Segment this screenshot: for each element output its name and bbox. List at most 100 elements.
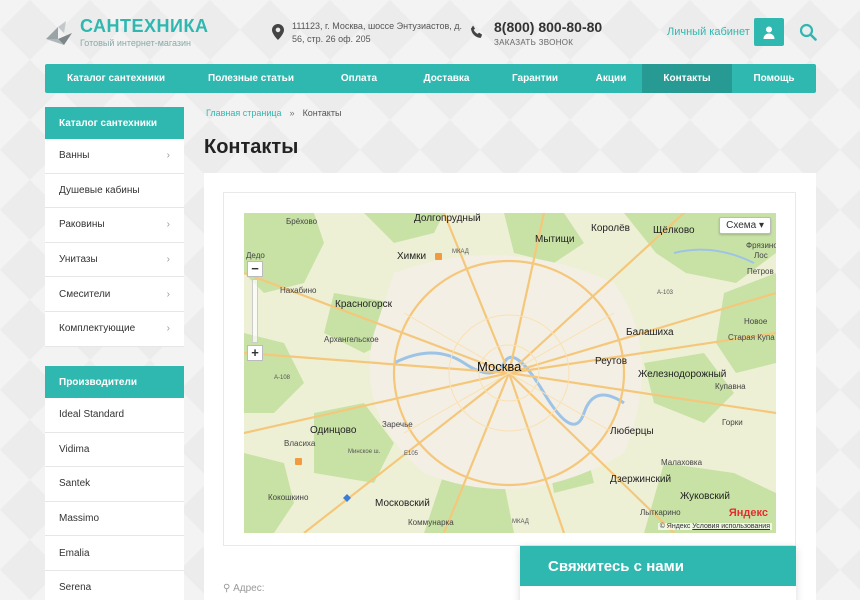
- nav-item-articles[interactable]: Полезные статьи: [187, 64, 315, 93]
- map-label-dolgoprudny: Долгопрудный: [414, 213, 481, 224]
- nav-item-promotions[interactable]: Акции: [580, 64, 642, 93]
- chevron-right-icon: ›: [166, 254, 170, 266]
- map-frame: Схема ▾ − + Москва Долгопрудный Мытищи К…: [223, 192, 796, 546]
- sidebar-brands-title: Производители: [45, 366, 184, 398]
- location-pin-icon: [272, 24, 284, 40]
- map-label-zarechye: Заречье: [382, 420, 413, 429]
- map-label-novoe: Новое: [744, 317, 768, 326]
- brand-item[interactable]: Serena: [45, 571, 184, 600]
- sidebar-item-sinks[interactable]: Раковины ›: [45, 208, 184, 243]
- map-label-zhukovsky: Жуковский: [680, 491, 730, 502]
- address-label-text: Адрес:: [233, 583, 265, 594]
- brand-label: Emalia: [59, 547, 90, 559]
- breadcrumb: Главная страница » Контакты: [206, 108, 341, 118]
- breadcrumb-home[interactable]: Главная страница: [206, 108, 282, 118]
- map-label-brekhovo: Брёхово: [286, 217, 318, 226]
- contact-form-card: Свяжитесь с нами: [520, 546, 796, 600]
- map-label-lytkarino: Лыткарино: [640, 508, 681, 517]
- brand-item[interactable]: Vidima: [45, 433, 184, 468]
- main-nav: Каталог сантехники Полезные статьи Оплат…: [45, 64, 816, 93]
- map-label-dzerzhinsky: Дзержинский: [610, 474, 672, 485]
- map-label-vlasikha: Власиха: [284, 439, 316, 448]
- map-type-selector[interactable]: Схема ▾: [719, 217, 771, 234]
- user-icon: [763, 26, 775, 39]
- sidebar-item-faucets[interactable]: Смесители ›: [45, 277, 184, 312]
- map-label-losino: Лос: [754, 251, 768, 260]
- search-icon[interactable]: [799, 23, 817, 41]
- chevron-right-icon: ›: [166, 150, 170, 162]
- breadcrumb-separator: »: [289, 108, 295, 118]
- nav-item-warranty[interactable]: Гарантии: [490, 64, 580, 93]
- map-label-khimki: Химки: [397, 251, 427, 262]
- logo[interactable]: САНТЕХНИКА Готовый интернет-магазин: [44, 17, 208, 49]
- phone-icon: [470, 25, 483, 38]
- nav-item-help[interactable]: Помощь: [732, 64, 816, 93]
- map-label-kupavna: Купавна: [715, 382, 746, 391]
- callback-link[interactable]: ЗАКАЗАТЬ ЗВОНОК: [494, 38, 602, 47]
- sidebar-item-components[interactable]: Комплектующие ›: [45, 312, 184, 347]
- sidebar-catalog-title[interactable]: Каталог сантехники: [45, 107, 184, 139]
- map-label-fryazino: Фрязино: [746, 241, 776, 250]
- map-label-shchyolkovo: Щёлково: [653, 225, 695, 236]
- location-pin-small-icon: ⚲: [223, 583, 231, 594]
- phone-number[interactable]: 8(800) 800-80-80: [494, 19, 602, 35]
- map-road-minskoe: Минское ш.: [348, 449, 381, 455]
- yandex-map[interactable]: Схема ▾ − + Москва Долгопрудный Мытищи К…: [244, 213, 776, 533]
- map-road-a103: А-103: [657, 290, 674, 296]
- brand-item[interactable]: Emalia: [45, 536, 184, 571]
- account-button[interactable]: [754, 18, 784, 46]
- map-label-krasnogorsk: Красногорск: [335, 299, 392, 310]
- sidebar-item-baths[interactable]: Ванны ›: [45, 139, 184, 174]
- sidebar-item-toilets[interactable]: Унитазы ›: [45, 243, 184, 278]
- map-label-lyubertsy: Люберцы: [610, 426, 654, 437]
- address-label: ⚲ Адрес:: [223, 583, 265, 594]
- brand-label: Massimo: [59, 513, 100, 525]
- zoom-out-button[interactable]: −: [247, 261, 263, 277]
- map-label-arkhangelskoye: Архангельское: [324, 335, 379, 344]
- map-label-korolyov: Королёв: [591, 223, 630, 234]
- brand-item[interactable]: Massimo: [45, 502, 184, 537]
- map-label-nakhabino: Нахабино: [280, 286, 317, 295]
- map-label-odintsovo: Одинцово: [310, 425, 357, 436]
- map-label-gorki: Горки: [722, 418, 743, 427]
- map-label-balashikha: Балашиха: [626, 327, 674, 338]
- contact-form-title: Свяжитесь с нами: [520, 546, 796, 586]
- zoom-in-button[interactable]: +: [247, 345, 263, 361]
- sidebar-item-label: Смесители: [59, 288, 111, 300]
- chevron-right-icon: ›: [166, 219, 170, 231]
- map-copyright: © Яндекс Условия использования: [657, 523, 772, 530]
- zoom-control: − +: [247, 261, 263, 361]
- nav-item-contacts[interactable]: Контакты: [642, 64, 732, 93]
- map-road-e105: Е105: [404, 451, 419, 457]
- sidebar-item-shower-cabins[interactable]: Душевые кабины: [45, 174, 184, 209]
- map-label-reutov: Реутов: [595, 356, 628, 367]
- site-header: САНТЕХНИКА Готовый интернет-магазин 1111…: [0, 0, 860, 64]
- breadcrumb-current: Контакты: [302, 108, 342, 118]
- map-label-kokoshkino: Кокошкино: [268, 493, 309, 502]
- nav-item-delivery[interactable]: Доставка: [403, 64, 490, 93]
- address-text: 111123, г. Москва, шоссе Энтузиастов, д.…: [292, 21, 463, 44]
- logo-title: САНТЕХНИКА: [80, 16, 209, 36]
- brand-item[interactable]: Ideal Standard: [45, 398, 184, 433]
- map-label-dedovsk: Дедо: [246, 251, 265, 260]
- zoom-slider[interactable]: [252, 279, 258, 343]
- map-label-moskovsky: Московский: [375, 498, 430, 509]
- account-link[interactable]: Личный кабинет: [667, 26, 750, 38]
- nav-item-payment[interactable]: Оплата: [315, 64, 403, 93]
- brand-item[interactable]: Santek: [45, 467, 184, 502]
- brand-label: Ideal Standard: [59, 409, 125, 421]
- map-label-moscow: Москва: [477, 359, 522, 374]
- sidebar-catalog: Каталог сантехники Ванны › Душевые кабины…: [45, 107, 184, 347]
- contacts-card: Схема ▾ − + Москва Долгопрудный Мытищи К…: [204, 173, 816, 600]
- map-label-staraya-kupavna: Старая Купа: [728, 333, 775, 342]
- brand-label: Santek: [59, 478, 91, 490]
- nav-item-catalog[interactable]: Каталог сантехники: [45, 64, 187, 93]
- map-terms-link[interactable]: Условия использования: [692, 523, 770, 530]
- sidebar-item-label: Унитазы: [59, 254, 98, 266]
- brand-label: Vidima: [59, 443, 90, 455]
- header-phone: 8(800) 800-80-80 ЗАКАЗАТЬ ЗВОНОК: [470, 19, 602, 47]
- logo-subtitle: Готовый интернет-магазин: [80, 38, 192, 48]
- copyright-text: © Яндекс: [659, 523, 691, 530]
- header-address: 111123, г. Москва, шоссе Энтузиастов, д.…: [272, 20, 467, 46]
- map-label-zheleznodorozhny: Железнодорожный: [638, 369, 727, 380]
